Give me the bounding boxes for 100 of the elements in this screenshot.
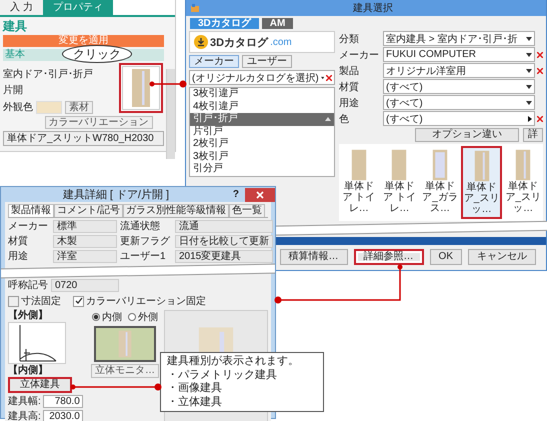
filter-label: 材質	[339, 80, 360, 94]
dropdown-arrow-icon[interactable]	[526, 52, 532, 56]
category-item[interactable]: 3枚引戸	[190, 150, 334, 163]
detail-button[interactable]: 詳	[523, 128, 543, 142]
dialog-tab[interactable]: 製品情報	[8, 204, 54, 217]
radio-button[interactable]	[128, 313, 136, 321]
dialog-tab[interactable]: コメント/記号	[54, 204, 123, 217]
side-label: 【内側】	[8, 365, 49, 376]
dialog-button[interactable]: 積算情報…	[280, 249, 348, 265]
radio-button[interactable]	[92, 313, 100, 321]
field-label: 用途	[8, 250, 29, 262]
catalog-logo: 3Dカタログ .com	[189, 31, 335, 53]
clear-icon[interactable]	[537, 68, 543, 74]
door-image	[350, 149, 367, 181]
field-label: 材質	[8, 236, 29, 248]
catalog-tab[interactable]: AM	[262, 18, 294, 29]
field-label: メーカー	[8, 220, 49, 232]
door-image	[432, 149, 448, 181]
dialog-button[interactable]: キャンセル	[468, 249, 536, 265]
filter-dropdown[interactable]: (すべて)	[383, 95, 535, 110]
field-value: 木製	[53, 235, 117, 248]
category-item[interactable]: 引戸･折戸	[190, 113, 334, 126]
filter-label: メーカー	[339, 48, 380, 62]
door-thumbnail[interactable]	[119, 63, 163, 113]
close-button[interactable]	[245, 188, 275, 202]
note-text: 建具種別が表示されます。	[167, 355, 300, 368]
dropdown-arrow-icon[interactable]	[526, 100, 532, 104]
app-icon	[190, 3, 200, 13]
field-value: 流通	[175, 220, 273, 233]
field-label: 更新フラグ	[120, 236, 171, 248]
property-label: 片開	[3, 85, 23, 97]
property-label: 室内ドア･引戸･折戸	[3, 69, 93, 81]
door-item[interactable]: 単体ドア_スリッ…	[503, 146, 543, 219]
filter-dropdown[interactable]: オリジナル洋室用	[383, 63, 535, 78]
filter-label: 用途	[339, 96, 360, 110]
dropdown-arrow-icon[interactable]	[526, 36, 532, 40]
window-title: 建具選択	[352, 2, 394, 15]
door-item[interactable]: 単体ドア_ガラス…	[420, 146, 460, 219]
checkbox-label: 寸法固定	[21, 294, 61, 308]
filter-label: 色	[339, 112, 350, 126]
category-item[interactable]: 3枚引違戸	[190, 88, 334, 100]
size-label: 建具高:	[8, 410, 41, 421]
filter-dropdown[interactable]: FUKUI COMPUTER	[383, 47, 535, 62]
filter-dropdown[interactable]: 室内建具 > 室内ドア･引戸･折	[383, 31, 535, 46]
dialog-button[interactable]: 詳細参照…	[354, 249, 424, 265]
size-value[interactable]: 780.0	[42, 394, 83, 408]
category-item[interactable]: 引分戸	[190, 163, 334, 176]
field-label: 呼称記号	[8, 280, 48, 292]
filter-dropdown[interactable]: (すべて)	[383, 79, 535, 94]
dialog-tab[interactable]: ガラス別性能等級情報	[122, 204, 229, 217]
color-swatch[interactable]	[36, 101, 62, 114]
size-label: 建具幅:	[8, 394, 41, 408]
field-value: 2015変更建具	[175, 250, 273, 263]
scrollbar[interactable]	[166, 69, 175, 159]
property-label: 外観色	[3, 102, 33, 114]
field-value: 洋室	[53, 250, 117, 263]
name-field[interactable]: 単体ドア_スリットW780_H2030	[3, 131, 164, 146]
door-image	[118, 330, 132, 358]
collapse-icon[interactable]	[325, 117, 331, 122]
filter-dropdown[interactable]: (すべて)	[383, 111, 535, 126]
field-value: 日付を比較して更新	[175, 235, 273, 248]
dropdown-arrow-icon[interactable]	[320, 76, 324, 80]
door-type-field: 立体建具	[8, 377, 72, 393]
color-variation-button[interactable]: カラーバリエーション	[44, 116, 152, 129]
note-text: ・立体建具	[167, 396, 223, 409]
catalog-dropdown[interactable]: (オリジナルカタログを選択)	[189, 70, 335, 85]
source-button[interactable]: ユーザー	[242, 55, 292, 68]
size-value[interactable]: 2030.0	[42, 410, 83, 421]
panel-tab[interactable]: 入 力	[0, 0, 43, 15]
source-button[interactable]: メーカー	[189, 55, 239, 68]
dropdown-arrow-icon[interactable]	[526, 68, 532, 72]
monitor-button[interactable]: 立体モニタ…	[91, 364, 159, 378]
material-button[interactable]: 素材	[65, 101, 93, 114]
clear-icon[interactable]	[326, 74, 332, 80]
filter-label: 製品	[339, 64, 360, 78]
door-image	[391, 149, 408, 181]
field-value: 標準	[53, 220, 117, 233]
field-label: 流通状態	[120, 220, 161, 232]
category-item[interactable]: 2枚引戸	[190, 138, 334, 150]
option-button[interactable]: オプション違い	[415, 128, 519, 142]
door-plan-drawing	[8, 322, 66, 364]
radio-label: 外側	[138, 311, 158, 324]
filter-label: 分類	[339, 32, 360, 46]
close-icon[interactable]	[256, 190, 264, 198]
field-value: 0720	[51, 279, 119, 292]
clear-icon[interactable]	[537, 52, 543, 58]
door-image	[474, 150, 490, 182]
door-item[interactable]: 単体ドア_スリッ…	[460, 146, 502, 219]
dropdown-arrow-icon[interactable]	[526, 84, 532, 88]
category-item[interactable]: 片引戸	[190, 126, 334, 138]
help-button[interactable]: ?	[226, 189, 245, 200]
checkbox[interactable]	[73, 296, 84, 306]
door-item[interactable]: 単体ドア トイレ…	[380, 146, 420, 219]
clear-icon[interactable]	[537, 116, 543, 122]
category-item[interactable]: 4枚引違戸	[190, 100, 334, 113]
checkbox[interactable]	[8, 296, 19, 306]
door-item[interactable]: 単体ドア トイレ…	[339, 146, 379, 219]
dialog-tab[interactable]: 色一覧	[228, 204, 265, 217]
play-arrow-icon[interactable]	[528, 116, 532, 122]
dialog-button[interactable]: OK	[430, 249, 462, 265]
